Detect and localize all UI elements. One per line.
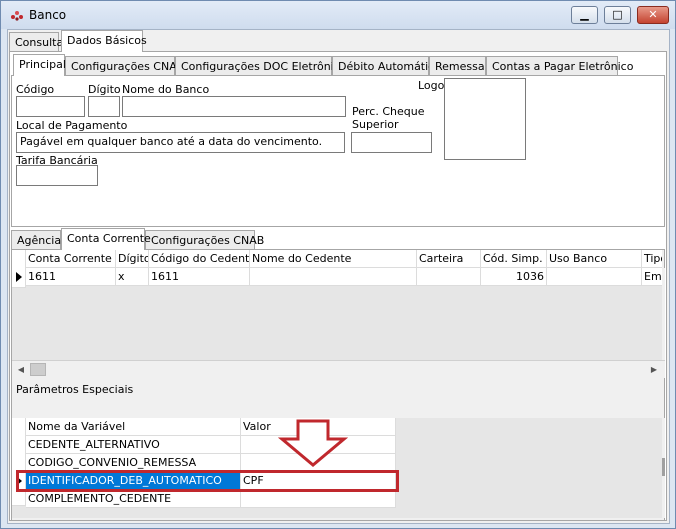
minimize-button[interactable]: ▁ (571, 6, 598, 24)
logo-image-box[interactable] (444, 78, 526, 160)
tab-configuracoes-cnab-lower[interactable]: Configurações CNAB (145, 230, 264, 250)
perc-cheque-label-2: Superior (352, 118, 399, 131)
cell-cod-simp[interactable]: 1036 (481, 268, 547, 286)
banco-window: Banco ▁ □ ✕ Consulta Dados Básicos Princ… (0, 0, 676, 529)
header-carteira[interactable]: Carteira (417, 250, 481, 268)
codigo-input[interactable] (16, 96, 85, 117)
tab-remessa[interactable]: Remessa (429, 56, 486, 76)
tab-consulta[interactable]: Consulta (9, 32, 63, 52)
down-arrow-icon (278, 419, 348, 467)
params-indicator-column (12, 418, 26, 506)
tab-configuracoes-cnab[interactable]: Configurações CNAB (65, 56, 184, 76)
params-header-nome[interactable]: Nome da Variável (26, 418, 241, 436)
cell-uso-banco[interactable] (547, 268, 642, 286)
header-cod-simp[interactable]: Cód. Simp. (481, 250, 547, 268)
nome-banco-input[interactable] (122, 96, 346, 117)
params-grid-vscroll[interactable] (662, 418, 665, 518)
header-conta-corrente[interactable]: Conta Corrente (26, 250, 116, 268)
cell-carteira[interactable] (417, 268, 481, 286)
close-button[interactable]: ✕ (637, 6, 669, 24)
minimize-icon: ▁ (580, 8, 589, 21)
param-name-cedente-alternativo[interactable]: CEDENTE_ALTERNATIVO (26, 436, 241, 454)
scroll-right-button[interactable]: ▶ (646, 362, 662, 378)
scroll-right-icon: ▶ (650, 365, 658, 374)
row-indicator-column (12, 250, 26, 288)
cell-tipo[interactable]: Emp (642, 268, 662, 286)
nome-banco-label: Nome do Banco (122, 83, 210, 96)
header-tipo[interactable]: Tipo (642, 250, 662, 268)
scroll-left-button[interactable]: ◀ (13, 362, 29, 378)
tab-contas-pagar[interactable]: Contas a Pagar Eletrônico (486, 56, 633, 76)
header-digito[interactable]: Dígito (116, 250, 149, 268)
digito-label: Dígito (88, 83, 121, 96)
local-pagamento-input[interactable]: Pagável em qualquer banco até a data do … (16, 132, 345, 153)
cell-digito[interactable]: x (116, 268, 149, 286)
params-vscroll-thumb[interactable] (662, 458, 665, 476)
accounts-grid-hscroll[interactable]: ◀ ▶ (12, 360, 665, 378)
row-pointer-icon (16, 272, 22, 282)
accounts-grid-vscroll[interactable] (662, 268, 665, 360)
scroll-thumb[interactable] (30, 363, 46, 376)
cell-codigo-cedente[interactable]: 1611 (149, 268, 250, 286)
parametros-especiais-label: Parâmetros Especiais (16, 383, 134, 396)
param-name-complemento-cedente[interactable]: COMPLEMENTO_CEDENTE (26, 490, 241, 508)
title-bar[interactable]: Banco ▁ □ ✕ (1, 1, 675, 29)
tab-debito-automatico[interactable]: Débito Automático (332, 56, 441, 76)
close-icon: ✕ (648, 8, 658, 21)
scroll-left-icon: ◀ (17, 365, 25, 374)
local-pagamento-label: Local de Pagamento (16, 119, 128, 132)
digito-input[interactable] (88, 96, 120, 117)
logo-label: Logo (418, 79, 445, 92)
maximize-icon: □ (612, 8, 623, 21)
header-uso-banco[interactable]: Uso Banco (547, 250, 642, 268)
codigo-label: Código (16, 83, 55, 96)
client-area: Consulta Dados Básicos Principal Configu… (7, 29, 670, 524)
tab-agencia[interactable]: Agência (11, 230, 61, 250)
maximize-button[interactable]: □ (604, 6, 631, 24)
param-value-complemento-cedente[interactable] (241, 490, 396, 508)
tab-configuracoes-doc[interactable]: Configurações DOC Eletrônico (175, 56, 347, 76)
cell-nome-cedente[interactable] (250, 268, 417, 286)
header-codigo-cedente[interactable]: Código do Cedente (149, 250, 250, 268)
tab-dados-basicos[interactable]: Dados Básicos (61, 30, 147, 52)
header-nome-cedente[interactable]: Nome do Cedente (250, 250, 417, 268)
tab-principal[interactable]: Principal (13, 54, 66, 76)
perc-cheque-label-1: Perc. Cheque (352, 105, 425, 118)
tab-conta-corrente[interactable]: Conta Corrente (61, 228, 151, 250)
cell-conta-corrente[interactable]: 1611 (26, 268, 116, 286)
highlight-box (16, 470, 399, 492)
app-icon (11, 11, 23, 21)
perc-cheque-input[interactable] (351, 132, 432, 153)
window-title: Banco (29, 8, 67, 22)
tarifa-input[interactable] (16, 165, 98, 186)
